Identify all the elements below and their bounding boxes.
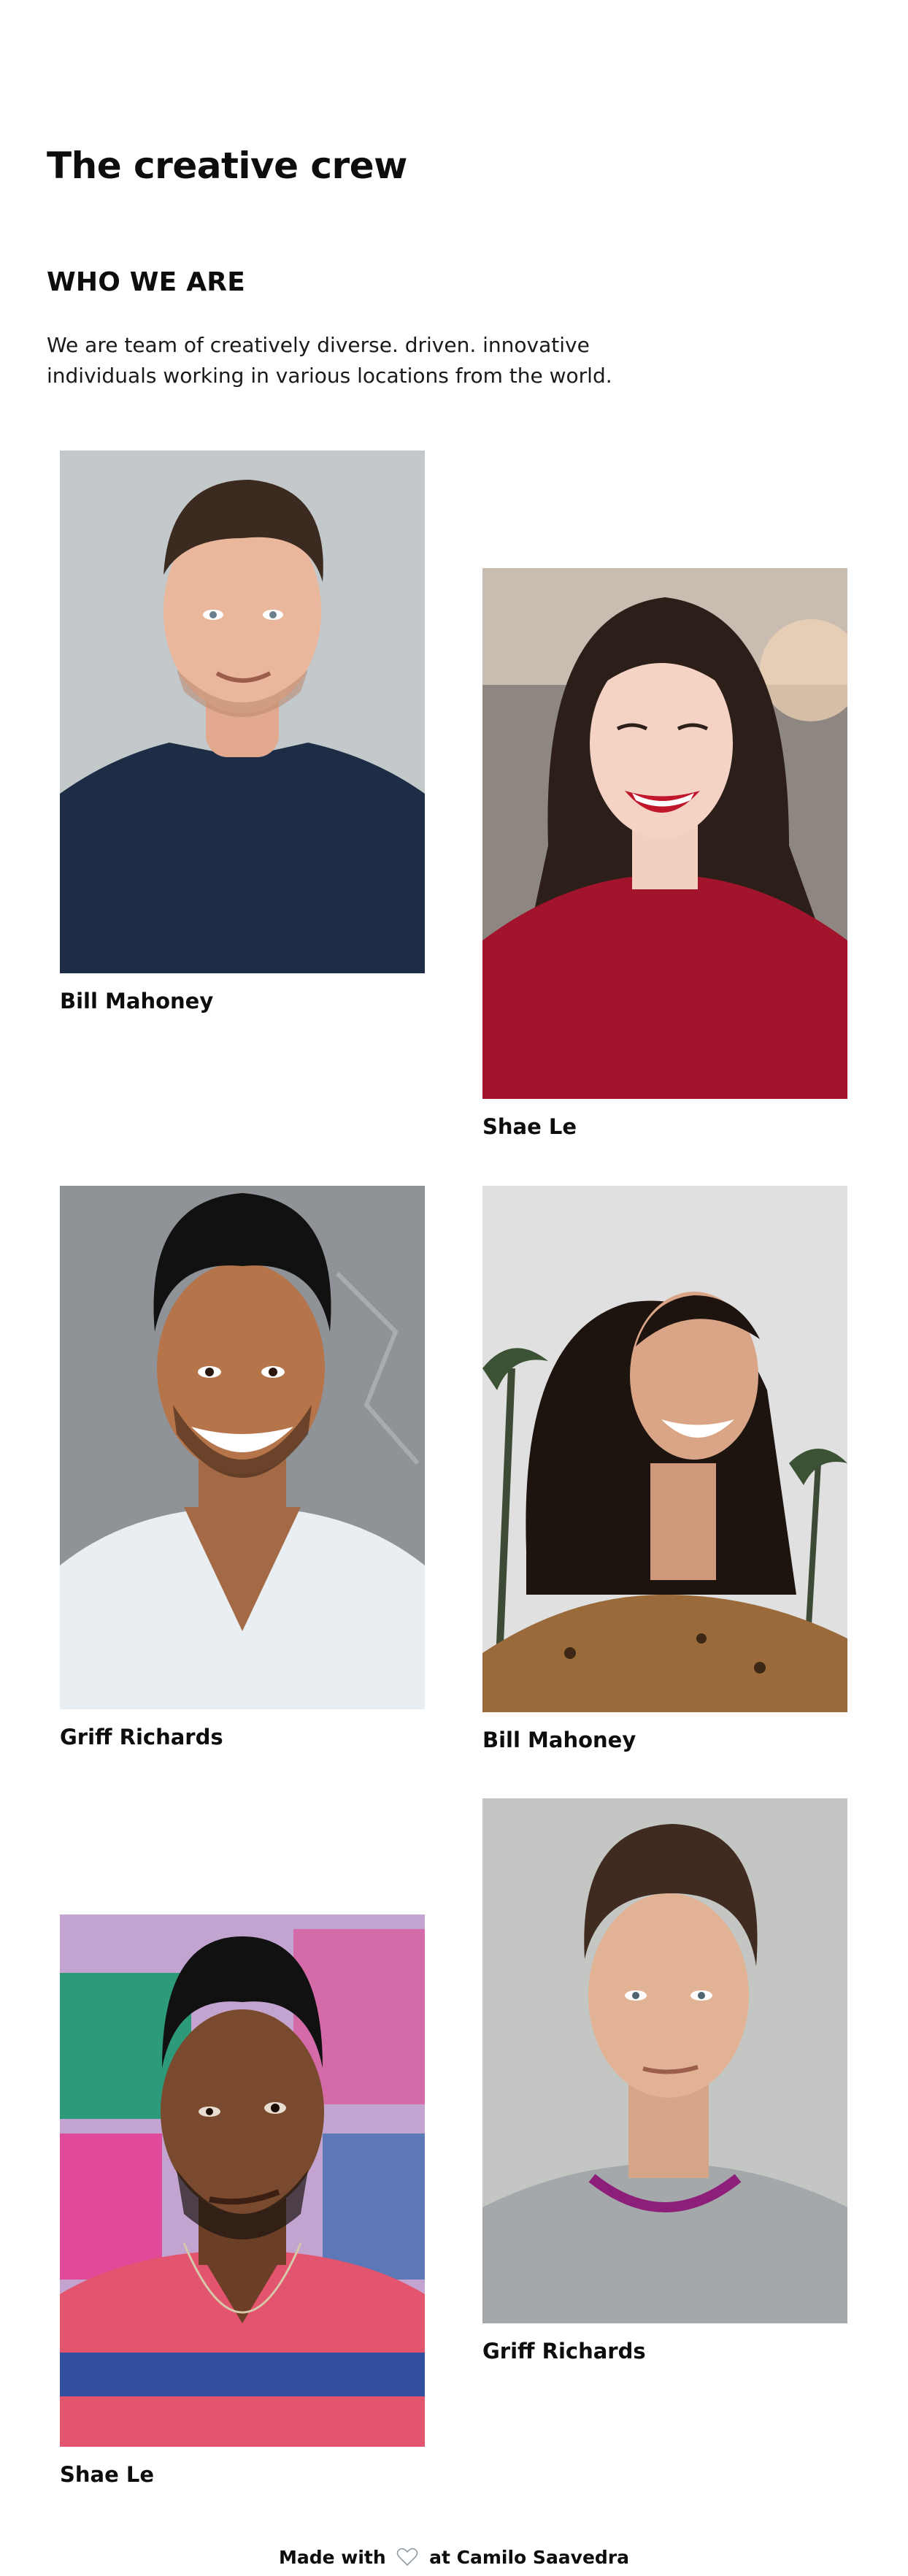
member-photo <box>482 1798 847 2323</box>
member-name: Shae Le <box>482 1114 577 1139</box>
heart-icon <box>396 2547 418 2567</box>
team-member-card: Shae Le <box>60 1914 425 2488</box>
member-photo <box>60 1186 425 1709</box>
team-member-card: Griff Richards <box>482 1798 847 2364</box>
member-photo <box>60 451 425 973</box>
member-photo <box>482 1186 847 1712</box>
member-photo <box>482 568 847 1099</box>
member-name: Shae Le <box>60 2462 155 2487</box>
footer-prefix: Made with <box>278 2547 386 2568</box>
intro-text: We are team of creatively diverse. drive… <box>47 333 612 388</box>
footer-suffix: at Camilo Saavedra <box>429 2547 630 2568</box>
page-title: The creative crew <box>47 145 407 187</box>
member-name: Bill Mahoney <box>60 989 214 1013</box>
member-name: Griff Richards <box>482 2339 646 2364</box>
member-name: Bill Mahoney <box>482 1728 636 1752</box>
footer-credit: Made with at Camilo Saavedra <box>0 2545 908 2570</box>
member-photo <box>60 1914 425 2447</box>
team-member-card: Griff Richards <box>60 1186 425 1750</box>
member-name: Griff Richards <box>60 1725 223 1749</box>
team-member-card: Shae Le <box>482 568 847 1140</box>
team-member-card: Bill Mahoney <box>482 1186 847 1753</box>
team-member-card: Bill Mahoney <box>60 451 425 1014</box>
team-page: The creative crew WHO WE ARE We are team… <box>0 0 908 2576</box>
section-heading: WHO WE ARE <box>47 267 245 297</box>
